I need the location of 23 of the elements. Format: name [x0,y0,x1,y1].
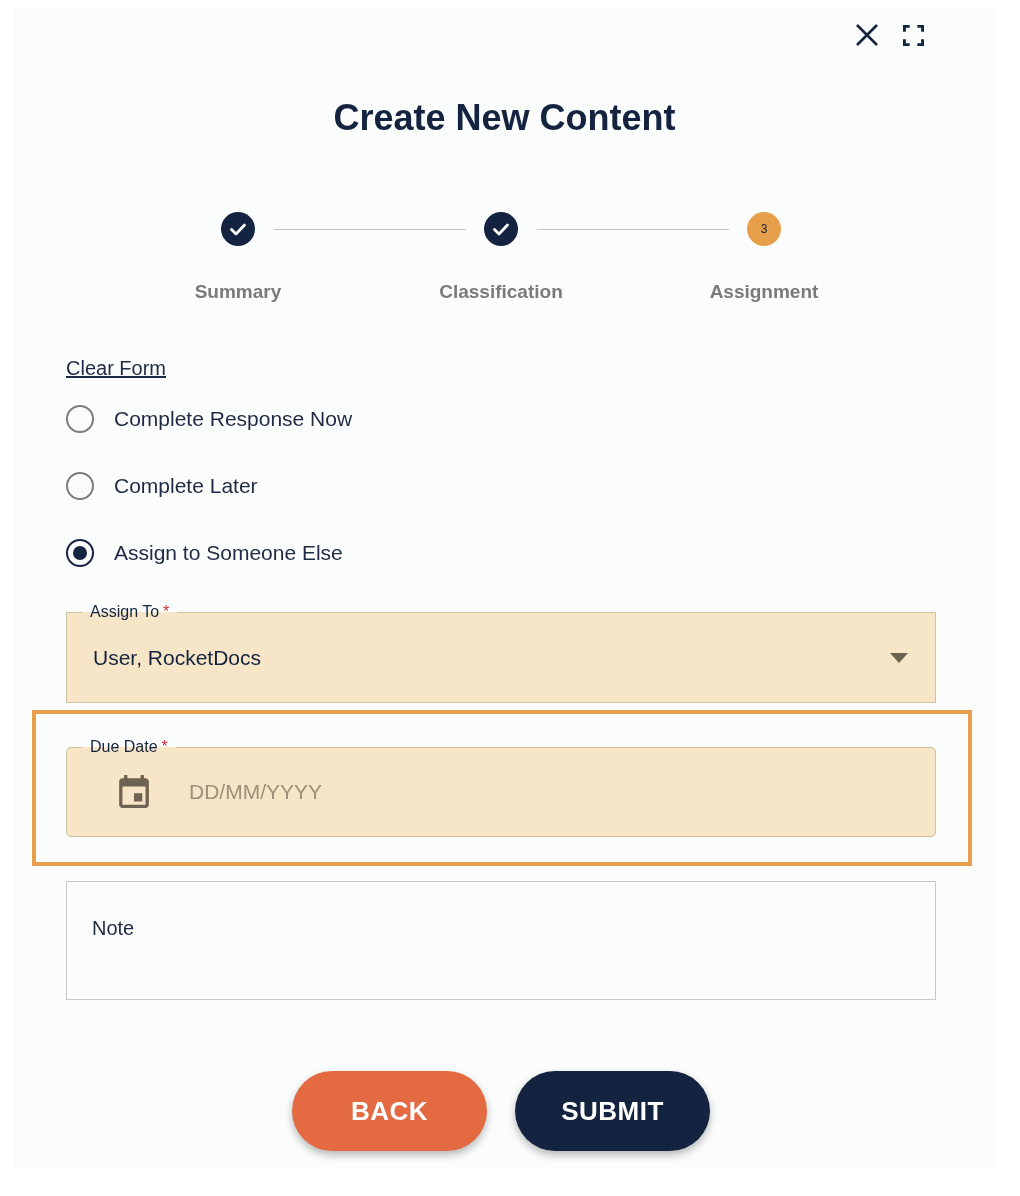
date-field[interactable]: Due Date * DD/MM/YYYY [66,737,936,837]
step-number: 3 [747,212,781,246]
radio-button[interactable] [66,405,94,433]
assign-to-select[interactable]: Assign To * User, RocketDocs [66,602,936,703]
option-label[interactable]: Assign to Someone Else [114,539,343,567]
caret-down-icon [890,653,908,663]
option-label[interactable]: Complete Later [114,472,258,500]
radio-button[interactable] [66,539,94,567]
note-field[interactable]: Note [66,881,936,1000]
radio-button[interactable] [66,472,94,500]
dialog-title: Create New Content [332,96,677,140]
close-icon[interactable] [856,24,878,46]
step-label: Summary [194,280,282,304]
option-label[interactable]: Complete Response Now [114,405,353,433]
clear-form-link[interactable]: Clear Form [66,357,166,379]
field-label: Assign To * [89,602,171,622]
fullscreen-icon[interactable] [903,24,924,46]
step-label: Assignment [709,280,819,304]
step-label: Classification [439,280,563,304]
submit-button[interactable]: SUBMIT [515,1071,710,1151]
calendar-icon[interactable] [119,775,149,808]
field-label: Due Date * [89,737,169,757]
date-input[interactable]: DD/MM/YYYY [189,777,689,806]
